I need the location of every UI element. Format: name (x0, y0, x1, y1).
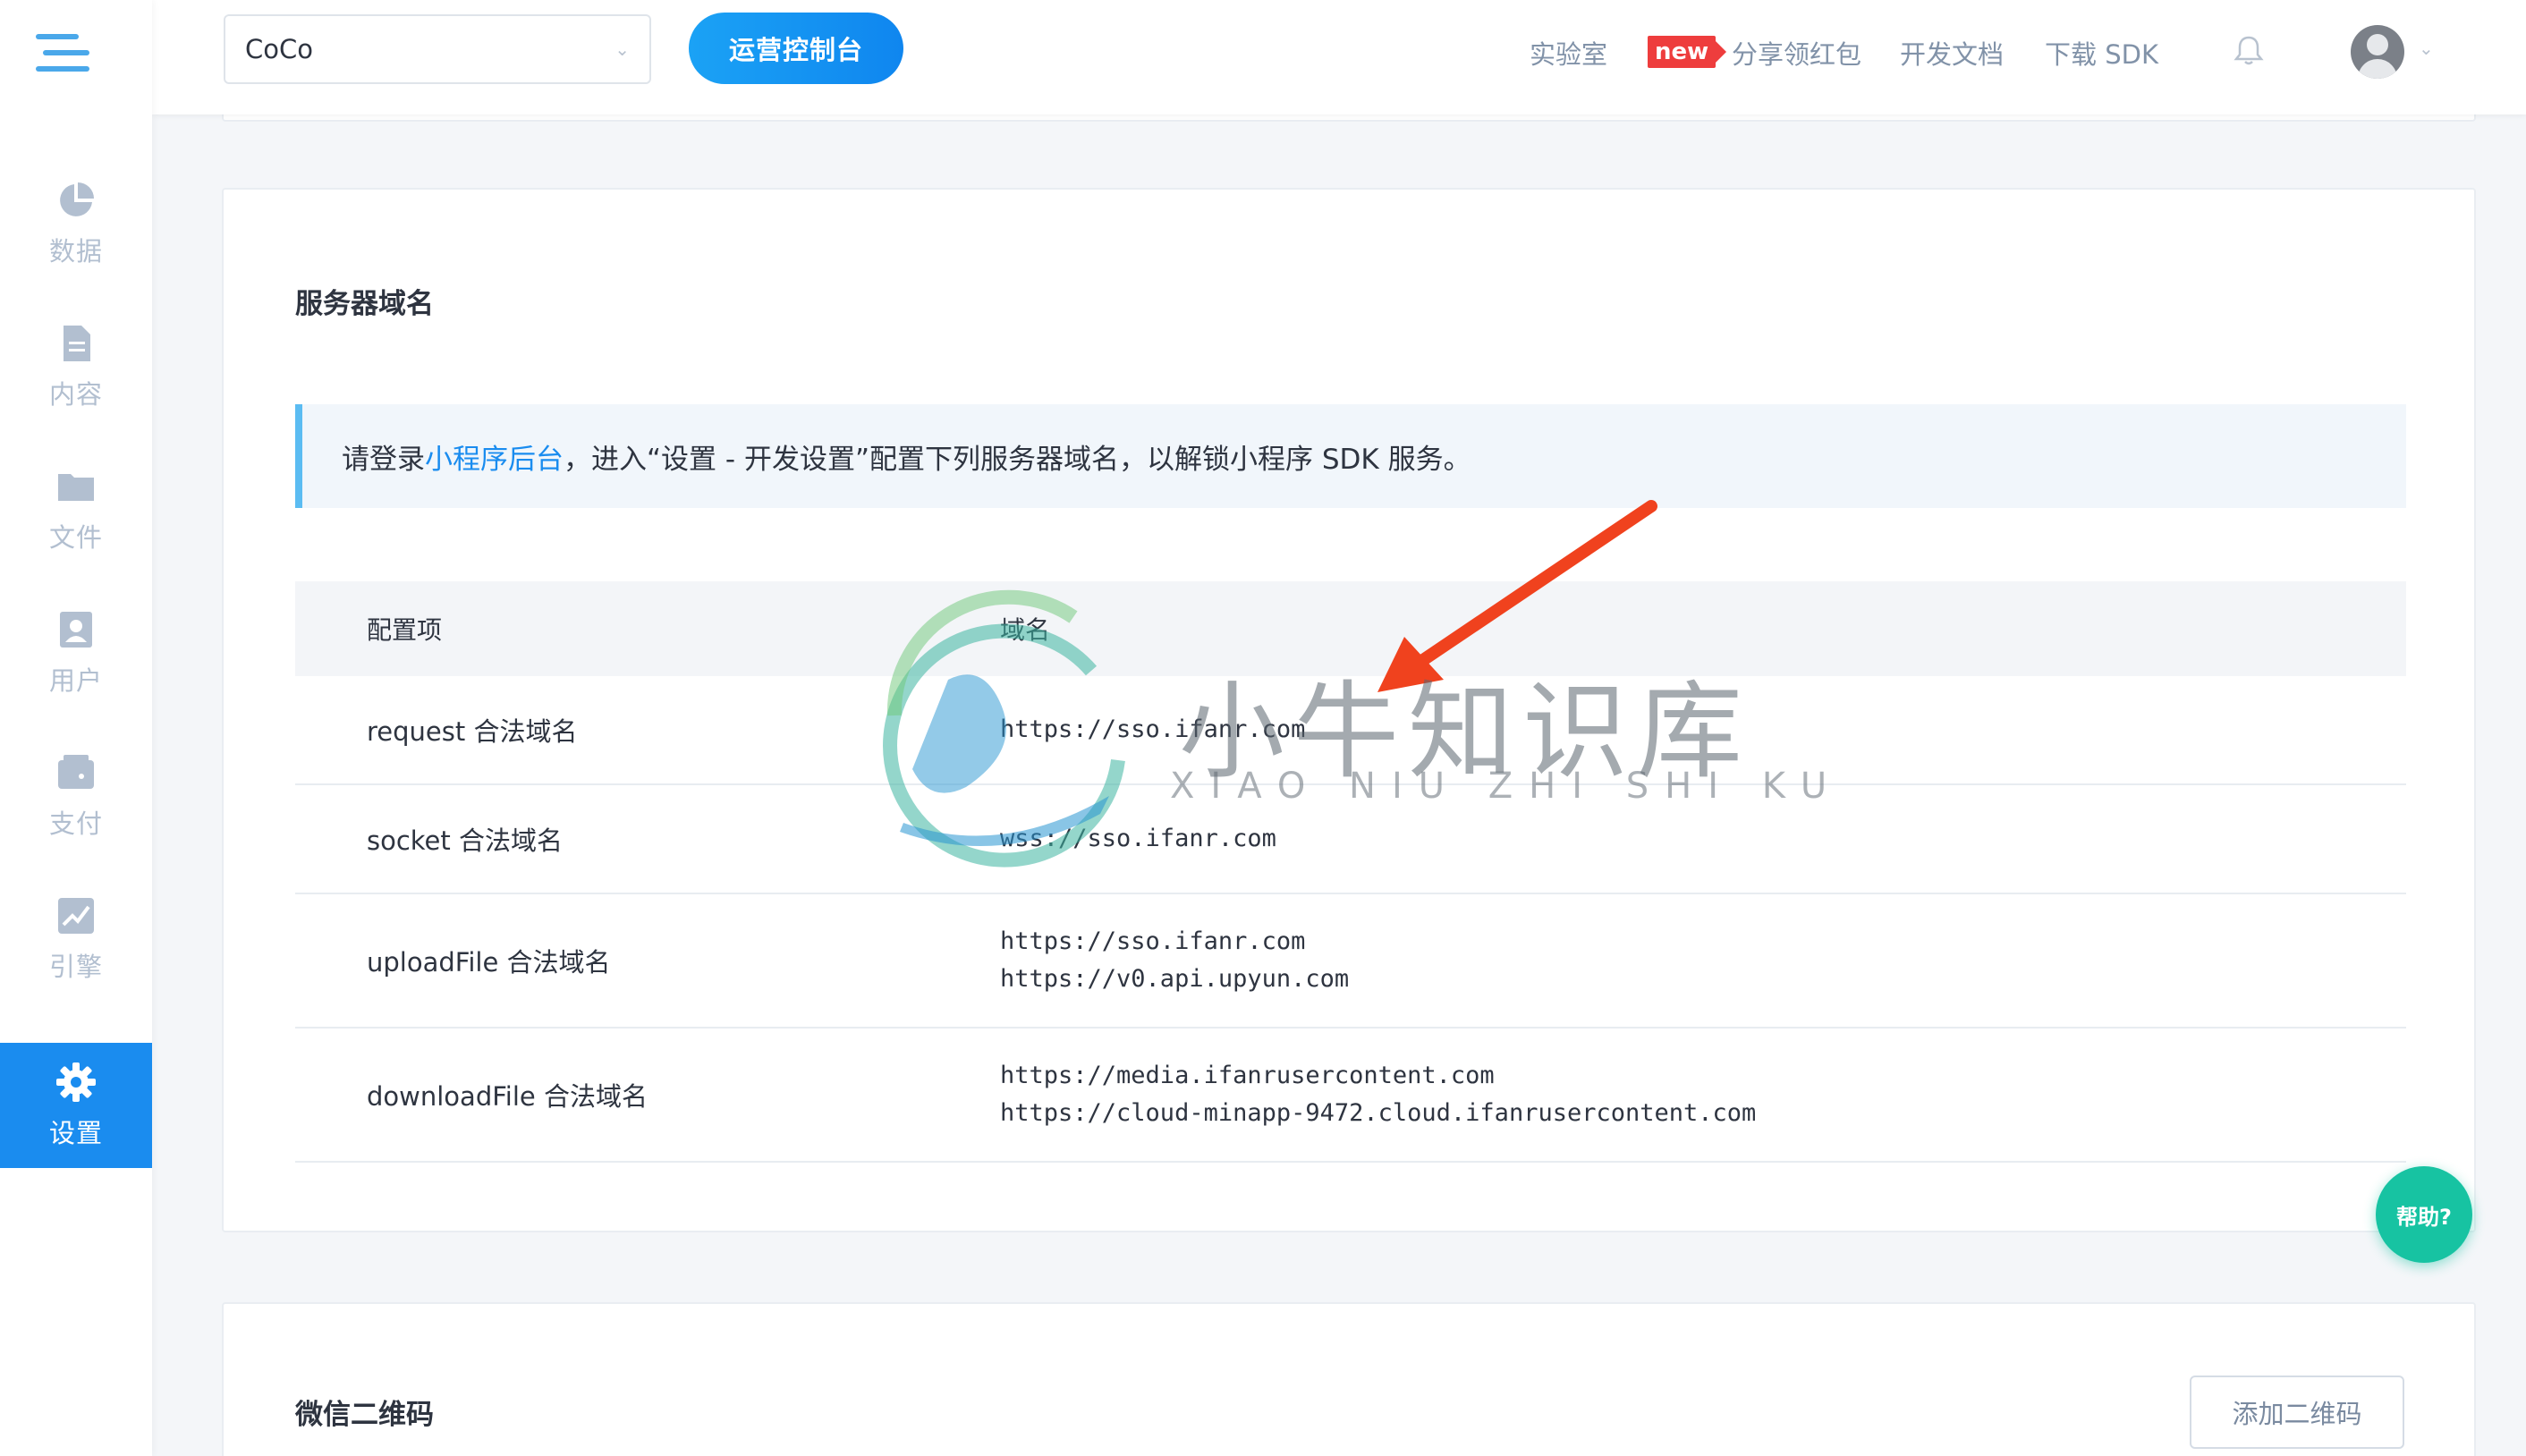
sidebar-item-users[interactable]: 用户 (0, 590, 152, 715)
config-item: request 合法域名 (367, 716, 578, 747)
notice-banner: 请登录 小程序后台 ，进入“设置 - 开发设置”配置下列服务器域名，以解锁小程序 S… (295, 404, 2406, 508)
domain-value: https://v0.api.upyun.com (1000, 965, 1350, 993)
notice-suffix: ，进入“设置 - 开发设置”配置下列服务器域名，以解锁小程序 SDK 服务。 (564, 443, 1471, 476)
notice-prefix: 请登录 (342, 443, 425, 476)
domain-value: https://media.ifanrusercontent.com (1000, 1062, 1495, 1089)
section-title: 服务器域名 (295, 288, 434, 320)
section-title: 微信二维码 (295, 1399, 434, 1431)
domain-list: wss://sso.ifanr.com (1000, 820, 1276, 858)
sidebar-item-label: 设置 (48, 1118, 103, 1148)
app-select[interactable]: CoCo ⌄ (224, 14, 651, 84)
domain-list: https://media.ifanrusercontent.com https… (1000, 1057, 1756, 1132)
column-header: 域名 (1000, 615, 1051, 645)
column-header: 配置项 (367, 615, 443, 645)
sidebar-item-label: 内容 (48, 379, 103, 410)
sidebar: 数据 内容 文件 用户 支付 引擎 设置 (0, 0, 152, 1456)
sidebar-item-label: 用户 (48, 665, 103, 696)
mini-program-admin-link[interactable]: 小程序后台 (425, 436, 564, 477)
sidebar-item-label: 支付 (48, 808, 103, 839)
bell-icon[interactable] (2231, 32, 2267, 68)
sidebar-item-content[interactable]: 内容 (0, 304, 152, 429)
table-row: uploadFile 合法域名 https://sso.ifanr.com ht… (295, 894, 2406, 1029)
domain-value: https://sso.ifanr.com (1000, 927, 1306, 955)
sidebar-item-label: 文件 (48, 522, 103, 553)
new-badge: new (1648, 36, 1727, 68)
sdk-link[interactable]: 下载 SDK (2045, 34, 2158, 72)
help-button[interactable]: 帮助? (2376, 1166, 2472, 1263)
domain-list: https://sso.ifanr.com https://v0.api.upy… (1000, 923, 1349, 998)
chevron-down-icon[interactable]: ⌄ (2419, 38, 2434, 59)
wallet-icon (58, 755, 94, 789)
sidebar-item-data[interactable]: 数据 (0, 161, 152, 286)
pie-chart-icon (60, 182, 94, 216)
domain-value: https://cloud-minapp-9472.cloud.ifanruse… (1000, 1099, 1757, 1127)
sidebar-item-files[interactable]: 文件 (0, 447, 152, 572)
table-row: downloadFile 合法域名 https://media.ifanruse… (295, 1029, 2406, 1163)
app-select-value: CoCo (245, 34, 313, 64)
menu-toggle-icon[interactable] (36, 34, 89, 73)
sidebar-item-engine[interactable]: 引擎 (0, 876, 152, 1002)
config-item: downloadFile 合法域名 (367, 1081, 648, 1112)
share-link[interactable]: 分享领红包 (1732, 34, 1861, 72)
trend-icon (58, 898, 94, 934)
gear-icon (56, 1062, 96, 1102)
lab-link[interactable]: 实验室 (1530, 34, 1607, 72)
sidebar-item-label: 数据 (48, 236, 103, 267)
avatar[interactable] (2351, 25, 2404, 79)
docs-link[interactable]: 开发文档 (1900, 34, 2004, 72)
top-bar: CoCo ⌄ 运营控制台 实验室 new 分享领红包 开发文档 下载 SDK ⌄ (152, 0, 2526, 114)
domain-value: wss://sso.ifanr.com (1000, 825, 1276, 852)
config-item: uploadFile 合法域名 (367, 947, 611, 978)
sidebar-item-settings[interactable]: 设置 (0, 1043, 152, 1168)
config-item: socket 合法域名 (367, 825, 563, 856)
sidebar-item-payment[interactable]: 支付 (0, 733, 152, 859)
console-button[interactable]: 运营控制台 (689, 13, 903, 84)
wechat-qr-card: 微信二维码 添加二维码 (222, 1302, 2476, 1456)
folder-icon (58, 474, 94, 501)
sidebar-item-label: 引擎 (48, 952, 103, 982)
watermark-subtext: XIAO NIU ZHI SHI KU (1170, 766, 1844, 807)
add-qr-button[interactable]: 添加二维码 (2190, 1376, 2404, 1449)
document-icon (64, 326, 90, 361)
chevron-down-icon: ⌄ (615, 38, 630, 60)
user-card-icon (60, 612, 92, 648)
